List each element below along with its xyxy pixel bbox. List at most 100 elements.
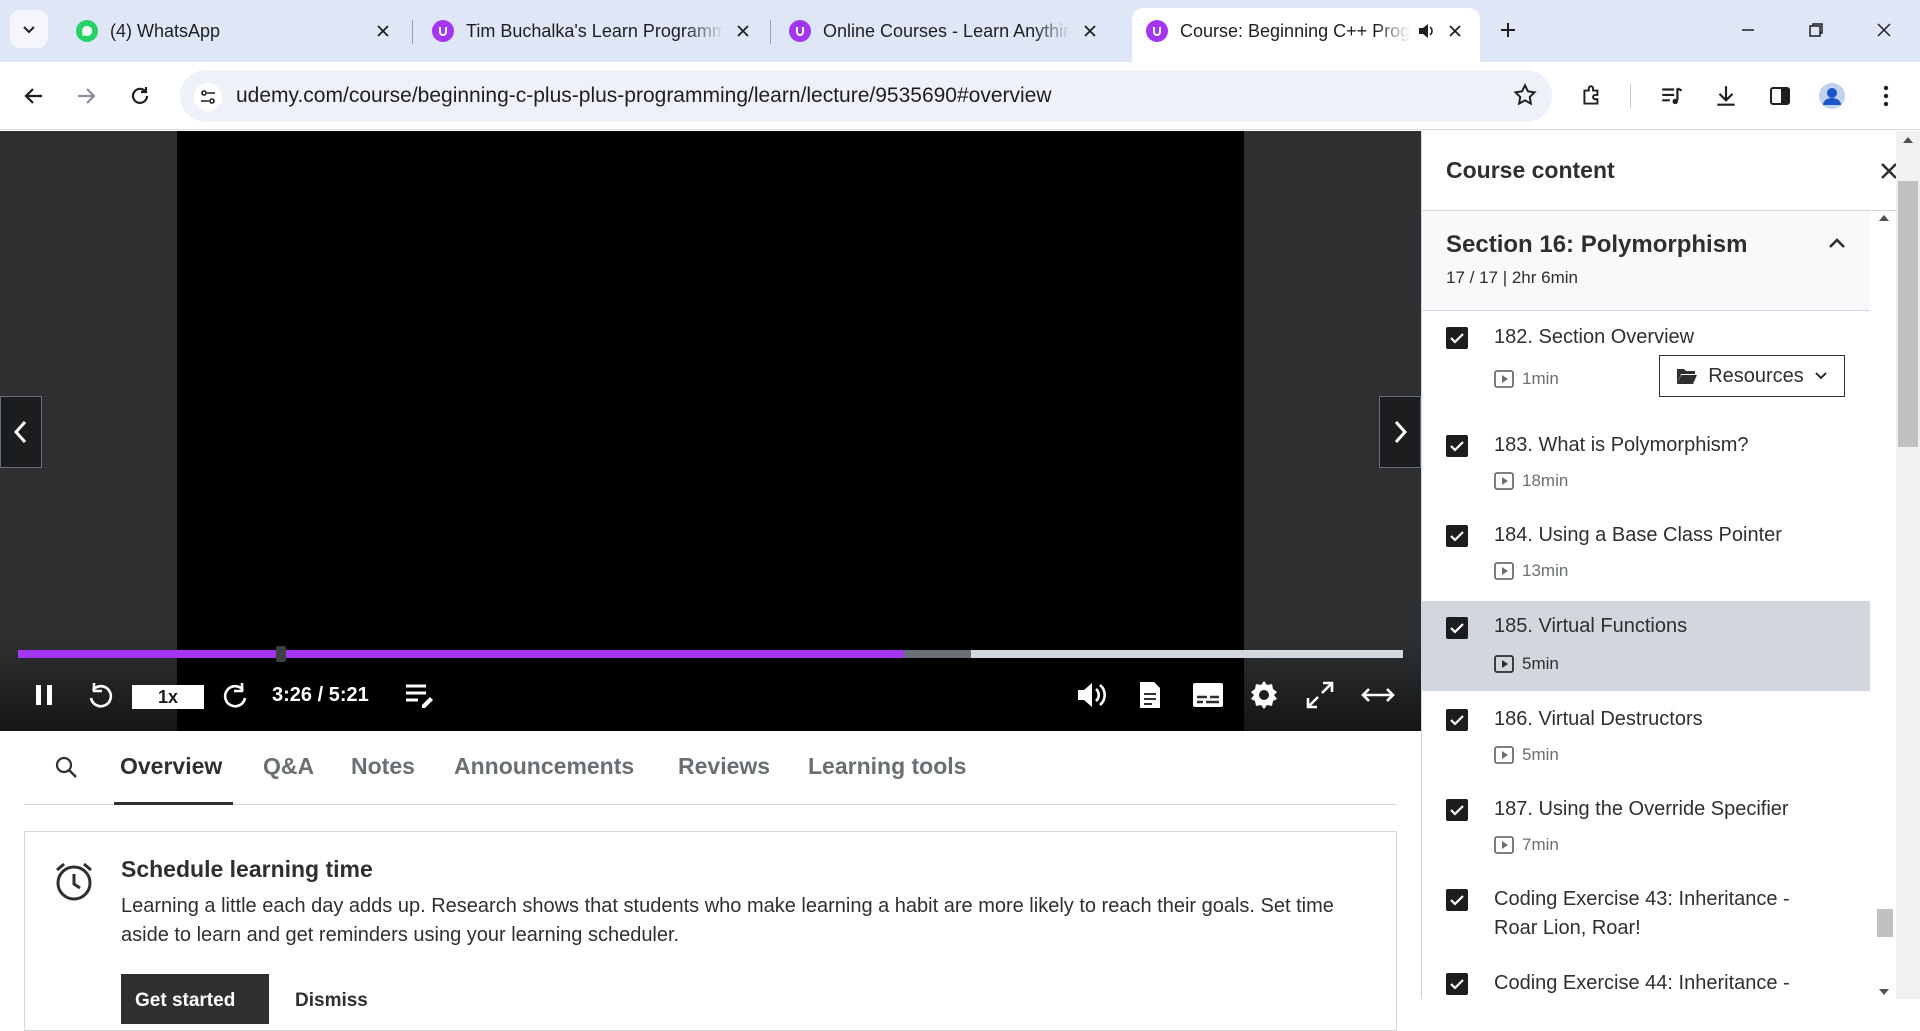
active-tab-indicator <box>114 802 233 805</box>
audio-playing-icon[interactable] <box>1416 21 1436 41</box>
tab-overview[interactable]: Overview <box>120 753 222 780</box>
downloads-button[interactable] <box>1704 74 1748 118</box>
browser-menu-button[interactable] <box>1864 74 1908 118</box>
tab-reviews[interactable]: Reviews <box>678 753 770 780</box>
check-icon <box>1450 805 1464 816</box>
extensions-button[interactable] <box>1570 74 1614 118</box>
check-icon <box>1450 715 1464 726</box>
forward-button-video[interactable] <box>216 675 256 715</box>
close-window-button[interactable] <box>1856 8 1912 52</box>
pause-button[interactable] <box>24 675 64 715</box>
video-progress-bar[interactable] <box>18 646 1403 662</box>
close-tab-icon[interactable] <box>1079 20 1101 42</box>
browser-tab-tim-buchalka[interactable]: Tim Buchalka's Learn Programming <box>418 8 768 54</box>
completed-checkbox[interactable] <box>1446 709 1468 731</box>
page-scrollbar[interactable] <box>1896 131 1920 999</box>
completed-checkbox[interactable] <box>1446 799 1468 821</box>
scrollbar-thumb[interactable] <box>1898 181 1918 447</box>
lecture-item-current[interactable]: 185. Virtual Functions 5min <box>1422 601 1870 691</box>
tab-search-button[interactable] <box>10 10 48 48</box>
playback-speed-button[interactable]: 1x <box>132 685 204 709</box>
lecture-item[interactable]: 187. Using the Override Specifier 7min <box>1422 781 1870 871</box>
lecture-item[interactable]: 182. Section Overview 1min Resources <box>1422 311 1870 417</box>
lecture-item[interactable]: 186. Virtual Destructors 5min <box>1422 691 1870 781</box>
section-header[interactable]: Section 16: Polymorphism 17 / 17 | 2hr 6… <box>1422 211 1870 311</box>
chevron-up-icon[interactable] <box>1828 237 1846 249</box>
transcript-button[interactable] <box>1130 675 1170 715</box>
restore-button[interactable] <box>1788 8 1844 52</box>
tab-learning-tools[interactable]: Learning tools <box>808 753 966 780</box>
close-tab-icon[interactable] <box>1444 20 1466 42</box>
sidebar-scrollbar[interactable] <box>1872 211 1896 999</box>
back-button[interactable] <box>12 74 56 118</box>
scroll-down-arrow[interactable] <box>1879 989 1889 995</box>
close-tab-icon[interactable] <box>372 20 394 42</box>
tab-title: Online Courses - Learn Anything <box>823 20 1071 41</box>
check-icon <box>1450 333 1464 344</box>
completed-checkbox[interactable] <box>1446 973 1468 995</box>
address-bar[interactable]: udemy.com/course/beginning-c-plus-plus-p… <box>180 70 1552 122</box>
profile-button[interactable] <box>1810 74 1854 118</box>
media-controls-button[interactable] <box>1650 74 1694 118</box>
arrow-left-icon <box>24 88 42 104</box>
get-started-button[interactable]: Get started <box>121 974 269 1024</box>
lecture-duration: 7min <box>1494 835 1559 855</box>
browser-tab-online-courses[interactable]: Online Courses - Learn Anything <box>775 8 1115 54</box>
video-player[interactable]: 1x 3:26 / 5:21 <box>0 131 1421 731</box>
completed-checkbox[interactable] <box>1446 889 1468 911</box>
tab-title: Course: Beginning C++ Programming <box>1180 20 1410 41</box>
tab-qa[interactable]: Q&A <box>263 753 314 780</box>
progress-hover-marker[interactable] <box>276 646 286 662</box>
playlist-music-icon <box>1662 87 1683 105</box>
lecture-duration: 18min <box>1494 471 1568 491</box>
resources-dropdown-button[interactable]: Resources <box>1659 355 1845 397</box>
settings-button[interactable] <box>1244 675 1284 715</box>
site-info-icon[interactable] <box>194 83 222 111</box>
close-tab-icon[interactable] <box>732 20 754 42</box>
scrollbar-thumb[interactable] <box>1877 909 1893 937</box>
side-panel-button[interactable] <box>1758 74 1802 118</box>
exercise-item[interactable]: Coding Exercise 44: Inheritance - <box>1422 955 1870 999</box>
rewind-button[interactable] <box>80 675 120 715</box>
minimize-icon <box>1742 29 1754 31</box>
lecture-item[interactable]: 184. Using a Base Class Pointer 13min <box>1422 507 1870 597</box>
forward-button[interactable] <box>64 74 108 118</box>
reload-button[interactable] <box>118 74 162 118</box>
lecture-duration: 13min <box>1494 561 1568 581</box>
video-icon <box>1494 655 1514 673</box>
tab-notes[interactable]: Notes <box>351 753 415 780</box>
bookmark-star-icon[interactable] <box>1512 82 1538 108</box>
exercise-item[interactable]: Coding Exercise 43: Inheritance - Roar L… <box>1422 871 1870 955</box>
scroll-up-arrow[interactable] <box>1879 215 1889 221</box>
lecture-item[interactable]: 183. What is Polymorphism? 18min <box>1422 417 1870 507</box>
fullscreen-button[interactable] <box>1300 675 1340 715</box>
completed-checkbox[interactable] <box>1446 617 1468 639</box>
completed-checkbox[interactable] <box>1446 435 1468 457</box>
video-time: 3:26 / 5:21 <box>272 684 369 706</box>
minimize-button[interactable] <box>1720 8 1776 52</box>
next-lecture-button[interactable] <box>1379 396 1421 468</box>
avatar-icon <box>1819 83 1845 109</box>
expand-width-button[interactable] <box>1356 675 1400 715</box>
browser-tab-bar: (4) WhatsApp Tim Buchalka's Learn Progra… <box>0 0 1920 62</box>
udemy-icon <box>789 20 811 42</box>
lecture-title: 186. Virtual Destructors <box>1494 708 1703 730</box>
dismiss-button[interactable]: Dismiss <box>295 990 368 1012</box>
completed-checkbox[interactable] <box>1446 525 1468 547</box>
browser-tab-whatsapp[interactable]: (4) WhatsApp <box>62 8 408 54</box>
whatsapp-icon <box>76 20 98 42</box>
volume-button[interactable] <box>1072 675 1112 715</box>
add-note-button[interactable] <box>400 675 440 715</box>
transcript-icon <box>1140 682 1160 708</box>
completed-checkbox[interactable] <box>1446 327 1468 349</box>
arrow-right-icon <box>78 88 96 104</box>
search-icon[interactable] <box>54 755 78 779</box>
url-text[interactable]: udemy.com/course/beginning-c-plus-plus-p… <box>236 84 1052 108</box>
captions-button[interactable] <box>1186 675 1230 715</box>
scroll-up-arrow[interactable] <box>1903 137 1913 143</box>
duration-text: 18min <box>1522 471 1569 490</box>
new-tab-button[interactable] <box>1480 8 1536 52</box>
previous-lecture-button[interactable] <box>0 396 42 468</box>
tab-announcements[interactable]: Announcements <box>454 753 634 780</box>
browser-tab-course-active[interactable]: Course: Beginning C++ Programming <box>1132 8 1480 62</box>
